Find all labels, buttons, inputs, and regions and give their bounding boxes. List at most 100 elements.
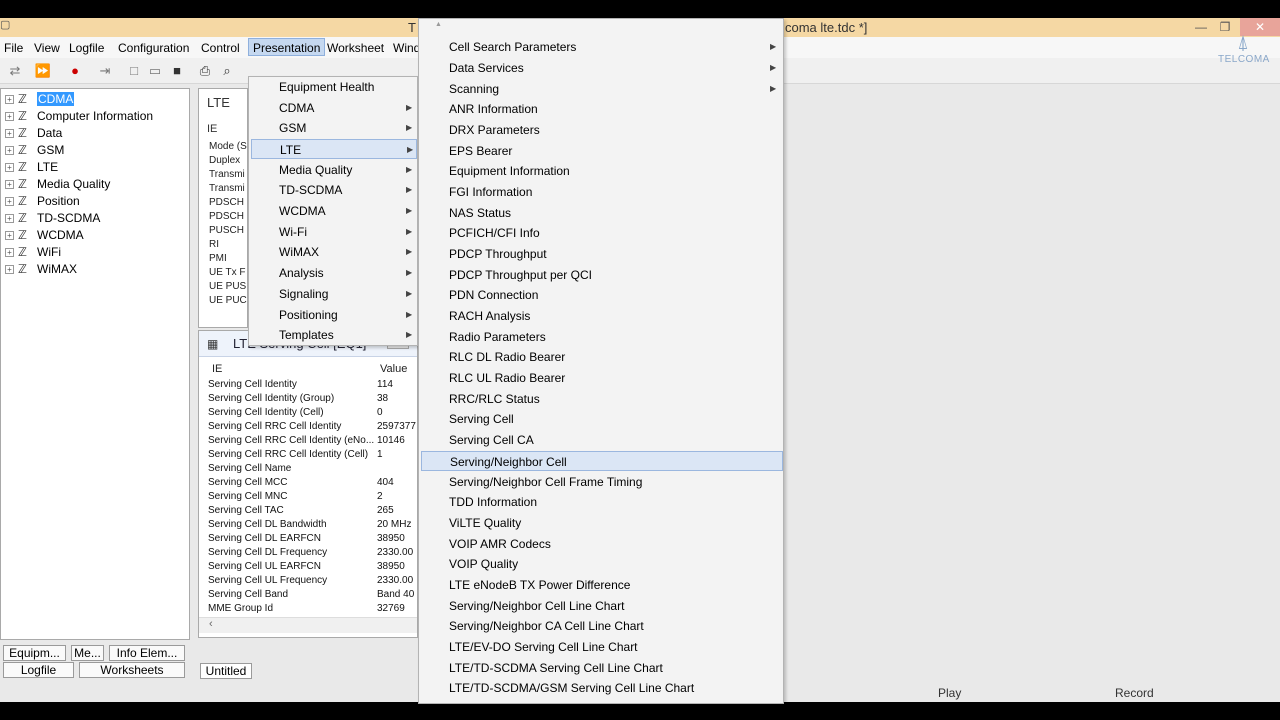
expand-icon[interactable]: +	[5, 180, 14, 189]
tab-worksheets[interactable]: Worksheets	[79, 662, 185, 678]
menu-item-rrc-rlc-status[interactable]: RRC/RLC Status	[421, 389, 783, 409]
menu-item-rach-analysis[interactable]: RACH Analysis	[421, 306, 783, 326]
menu-item-fgi-information[interactable]: FGI Information	[421, 182, 783, 202]
app-icon: ▢	[0, 19, 11, 31]
menu-item-rlc-dl-radio-bearer[interactable]: RLC DL Radio Bearer	[421, 347, 783, 367]
new-file-icon[interactable]: □	[125, 62, 143, 80]
menu-item-pdcp-throughput-per-qci[interactable]: PDCP Throughput per QCI	[421, 265, 783, 285]
tree-item-wifi[interactable]: + ℤ WiFi	[5, 244, 61, 260]
expand-icon[interactable]: +	[5, 231, 14, 240]
minimize-button[interactable]: —	[1190, 18, 1212, 36]
menu-control[interactable]: Control	[201, 39, 240, 57]
menu-item-wcdma[interactable]: WCDMA ▶	[251, 201, 417, 221]
menu-configuration[interactable]: Configuration	[118, 39, 189, 57]
expand-icon[interactable]: +	[5, 112, 14, 121]
menu-item-label: TDD Information	[449, 495, 538, 509]
tab-logfile[interactable]: Logfile	[3, 662, 74, 678]
menu-item-serving-cell-ca[interactable]: Serving Cell CA	[421, 430, 783, 450]
menu-item-voip-quality[interactable]: VOIP Quality	[421, 554, 783, 574]
menu-item-pdn-connection[interactable]: PDN Connection	[421, 285, 783, 305]
menu-item-nas-status[interactable]: NAS Status	[421, 203, 783, 223]
menu-item-vilte-quality[interactable]: ViLTE Quality	[421, 513, 783, 533]
tree-item-wcdma[interactable]: + ℤ WCDMA	[5, 227, 84, 243]
scroll-up-icon[interactable]: ▲	[435, 21, 442, 28]
menu-item-cell-search-parameters[interactable]: Cell Search Parameters ▶	[421, 37, 783, 57]
menu-window[interactable]: Wind	[393, 39, 420, 57]
menu-item-drx-parameters[interactable]: DRX Parameters	[421, 120, 783, 140]
tree-item-cdma[interactable]: + ℤ CDMA	[5, 91, 75, 107]
menu-item-serving-neighbor-cell-frame-timing[interactable]: Serving/Neighbor Cell Frame Timing	[421, 472, 783, 492]
fast-forward-icon[interactable]: ⏩	[34, 62, 52, 80]
expand-icon[interactable]: +	[5, 248, 14, 257]
tree-item-lte[interactable]: + ℤ LTE	[5, 159, 58, 175]
menu-worksheet[interactable]: Worksheet	[327, 39, 384, 57]
menu-item-wimax[interactable]: WiMAX ▶	[251, 242, 417, 262]
save-icon[interactable]: ■	[168, 62, 186, 80]
menu-item-td-scdma[interactable]: TD-SCDMA ▶	[251, 180, 417, 200]
menu-item-templates[interactable]: Templates ▶	[251, 325, 417, 345]
tab-info-elements[interactable]: Info Elem...	[109, 645, 185, 661]
print-preview-icon[interactable]: ⌕	[218, 62, 236, 80]
menu-view[interactable]: View	[34, 39, 60, 57]
menu-item-lte-enodeb-tx-power-difference[interactable]: LTE eNodeB TX Power Difference	[421, 575, 783, 595]
expand-icon[interactable]: +	[5, 163, 14, 172]
expand-icon[interactable]: +	[5, 95, 14, 104]
tree-item-position[interactable]: + ℤ Position	[5, 193, 80, 209]
scroll-left-icon[interactable]: ‹	[209, 618, 213, 630]
menu-logfile[interactable]: Logfile	[69, 39, 104, 57]
menu-item-tdd-information[interactable]: TDD Information	[421, 492, 783, 512]
menu-item-eps-bearer[interactable]: EPS Bearer	[421, 141, 783, 161]
tree-item-label: Position	[37, 194, 80, 208]
record-icon[interactable]: ●	[66, 62, 84, 80]
tab-untitled[interactable]: Untitled	[200, 663, 252, 679]
menu-item-gsm[interactable]: GSM ▶	[251, 118, 417, 138]
menu-item-lte-td-scdma-gsm-serving-cell-line-chart[interactable]: LTE/TD-SCDMA/GSM Serving Cell Line Chart	[421, 678, 783, 698]
tree-item-td-scdma[interactable]: + ℤ TD-SCDMA	[5, 210, 100, 226]
menu-item-analysis[interactable]: Analysis ▶	[251, 263, 417, 283]
cell-value: 38	[377, 393, 389, 404]
menu-item-lte-evdo-serving-cell-line-chart[interactable]: LTE/EV-DO Serving Cell Line Chart	[421, 637, 783, 657]
menu-item-pcfich-cfi-info[interactable]: PCFICH/CFI Info	[421, 223, 783, 243]
print-icon[interactable]: ⎙	[196, 62, 214, 80]
menu-item-equipment-information[interactable]: Equipment Information	[421, 161, 783, 181]
expand-icon[interactable]: +	[5, 265, 14, 274]
menu-item-serving-cell[interactable]: Serving Cell	[421, 409, 783, 429]
menu-item-lte[interactable]: LTE ▶	[251, 139, 417, 159]
tree-item-media-quality[interactable]: + ℤ Media Quality	[5, 176, 110, 192]
open-folder-icon[interactable]: ▭	[146, 62, 164, 80]
menu-item-pdcp-throughput[interactable]: PDCP Throughput	[421, 244, 783, 264]
expand-icon[interactable]: +	[5, 146, 14, 155]
menu-item-serving-neighbor-cell-line-chart[interactable]: Serving/Neighbor Cell Line Chart	[421, 596, 783, 616]
menu-item-signaling[interactable]: Signaling ▶	[251, 284, 417, 304]
menu-item-rlc-ul-radio-bearer[interactable]: RLC UL Radio Bearer	[421, 368, 783, 388]
menu-item-media-quality[interactable]: Media Quality ▶	[251, 160, 417, 180]
expand-icon[interactable]: +	[5, 129, 14, 138]
open-connection-icon[interactable]: ⇄	[6, 62, 24, 80]
step-icon[interactable]: ⇥	[96, 62, 114, 80]
menu-item-anr-information[interactable]: ANR Information	[421, 99, 783, 119]
menu-item-radio-parameters[interactable]: Radio Parameters	[421, 327, 783, 347]
menu-item-lte-td-scdma-serving-cell-line-chart[interactable]: LTE/TD-SCDMA Serving Cell Line Chart	[421, 658, 783, 678]
menu-item-serving-neighbor-cell[interactable]: Serving/Neighbor Cell	[421, 451, 783, 471]
menu-item-positioning[interactable]: Positioning ▶	[251, 305, 417, 325]
tree-item-data[interactable]: + ℤ Data	[5, 125, 62, 141]
menu-item-voip-amr-codecs[interactable]: VOIP AMR Codecs	[421, 534, 783, 554]
menu-item-data-services[interactable]: Data Services ▶	[421, 58, 783, 78]
expand-icon[interactable]: +	[5, 197, 14, 206]
menu-file[interactable]: File	[4, 39, 23, 57]
tree-item-gsm[interactable]: + ℤ GSM	[5, 142, 64, 158]
menu-item-equipment-health[interactable]: Equipment Health	[251, 77, 417, 97]
menu-item-scanning[interactable]: Scanning ▶	[421, 79, 783, 99]
menu-item-serving-neighbor-ca-cell-line-chart[interactable]: Serving/Neighbor CA Cell Line Chart	[421, 616, 783, 636]
tab-media[interactable]: Me...	[71, 645, 104, 661]
menu-item-label: Media Quality	[279, 163, 353, 177]
tree-item-wimax[interactable]: + ℤ WiMAX	[5, 261, 77, 277]
menu-item-wi-fi[interactable]: Wi-Fi ▶	[251, 222, 417, 242]
horizontal-scrollbar[interactable]: ‹	[199, 617, 417, 633]
table-row: Serving Cell Band Band 40	[208, 589, 414, 603]
expand-icon[interactable]: +	[5, 214, 14, 223]
menu-presentation[interactable]: Presentation	[248, 38, 326, 56]
tab-equipment[interactable]: Equipm...	[3, 645, 66, 661]
tree-item-computer-information[interactable]: + ℤ Computer Information	[5, 108, 153, 124]
menu-item-cdma[interactable]: CDMA ▶	[251, 98, 417, 118]
